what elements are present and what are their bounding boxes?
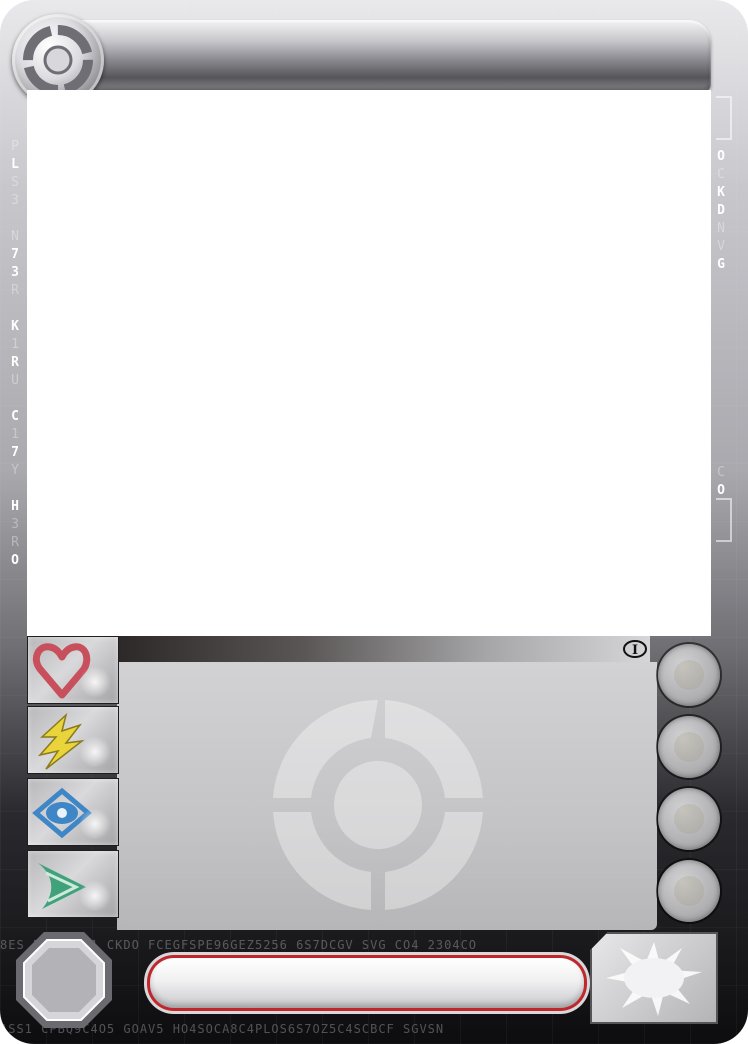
stat-box-swoosh <box>27 850 119 918</box>
heart-icon <box>32 643 91 699</box>
rules-text-box <box>117 662 657 930</box>
leaf-icon <box>674 804 704 834</box>
title-bar <box>64 20 711 92</box>
eye-icon <box>32 787 92 839</box>
stat-box-lightning <box>27 706 119 774</box>
fist-icon <box>674 660 704 690</box>
type-bar <box>117 636 650 662</box>
power-burst <box>590 932 718 1024</box>
code-column-right-bottom: C O <box>717 465 725 498</box>
orb-fist <box>658 644 720 706</box>
swirl-icon <box>674 876 704 906</box>
stat-box-eye <box>27 778 119 846</box>
orb-swirl <box>658 860 720 922</box>
rarity-icon: I <box>623 640 647 658</box>
hand-icon <box>674 732 704 762</box>
target-emblem-icon <box>23 25 93 95</box>
starburst-icon <box>606 942 702 1016</box>
swoosh-icon <box>38 863 86 909</box>
lightning-icon <box>37 712 85 770</box>
code-column-left: P L S 3 N 7 3 R K 1 R U C 1 7 Y H 3 R O <box>11 139 19 568</box>
art-window <box>27 90 711 636</box>
frame-bracket-bottom <box>716 498 732 542</box>
cost-octagon-icon <box>16 932 112 1028</box>
watermark-target-icon <box>273 699 483 910</box>
frame-bracket-top <box>716 96 732 140</box>
code-column-right-top: O C K D N V G <box>717 149 725 272</box>
card-frame: P L S 3 N 7 3 R K 1 R U C 1 7 Y H 3 R O … <box>0 0 748 1044</box>
orb-hand <box>658 716 720 778</box>
svg-text:I: I <box>632 643 638 658</box>
name-bar <box>150 958 584 1008</box>
stat-box-heart <box>27 636 119 704</box>
orb-leaf <box>658 788 720 850</box>
